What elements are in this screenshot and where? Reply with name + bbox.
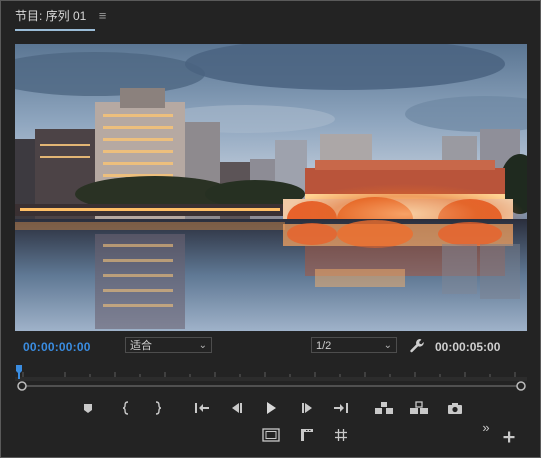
extract-icon[interactable] (408, 397, 430, 419)
monitor-controls-bar: 00:00:00:00 适合 ⌄ 1/2 ⌄ 00:00:05:00 (1, 334, 540, 358)
play-icon[interactable] (260, 397, 282, 419)
zoom-handle-left[interactable] (17, 381, 27, 391)
playback-resolution-value: 1/2 (316, 340, 332, 352)
playhead-timecode[interactable]: 00:00:00:00 (23, 340, 91, 354)
add-marker-icon[interactable] (77, 397, 99, 419)
zoom-level-value: 适合 (130, 340, 152, 352)
time-ruler[interactable] (15, 363, 527, 393)
zoom-handle-right[interactable] (516, 381, 526, 391)
duration-timecode: 00:00:05:00 (435, 340, 501, 354)
video-preview[interactable] (15, 44, 527, 331)
tab-title: 节目: 序列 01 (15, 9, 87, 23)
zoom-level-select[interactable]: 适合 ⌄ (125, 337, 212, 353)
lift-icon[interactable] (373, 397, 395, 419)
program-monitor-panel: 节目: 序列 01 ≡ 00:00:00:00 适合 ⌄ 1/2 ⌄ 00:00… (0, 0, 541, 458)
grid-icon[interactable] (330, 424, 352, 446)
go-to-in-icon[interactable] (191, 397, 213, 419)
proxy-toggle-icon[interactable] (296, 424, 318, 446)
secondary-controls: » (1, 420, 540, 450)
playhead-marker[interactable] (16, 365, 22, 379)
chevron-down-icon: ⌄ (198, 340, 207, 351)
chevron-down-icon: ⌄ (383, 340, 392, 351)
safe-margins-icon[interactable] (260, 424, 282, 446)
more-icon[interactable]: » (479, 420, 493, 435)
playback-resolution-select[interactable]: 1/2 ⌄ (311, 337, 397, 353)
settings-wrench-icon[interactable] (409, 338, 425, 354)
go-to-out-icon[interactable] (330, 397, 352, 419)
mark-out-icon[interactable] (147, 397, 169, 419)
mark-in-icon[interactable] (115, 397, 137, 419)
export-frame-icon[interactable] (444, 397, 466, 419)
add-button-icon[interactable] (498, 426, 520, 448)
transport-controls (1, 397, 540, 423)
hamburger-menu-icon[interactable]: ≡ (99, 8, 107, 23)
step-forward-icon[interactable] (296, 397, 318, 419)
step-back-icon[interactable] (226, 397, 248, 419)
tab-active-indicator (15, 29, 95, 31)
program-monitor-tab[interactable]: 节目: 序列 01 ≡ (15, 7, 106, 24)
panel-header: 节目: 序列 01 ≡ (1, 1, 540, 31)
